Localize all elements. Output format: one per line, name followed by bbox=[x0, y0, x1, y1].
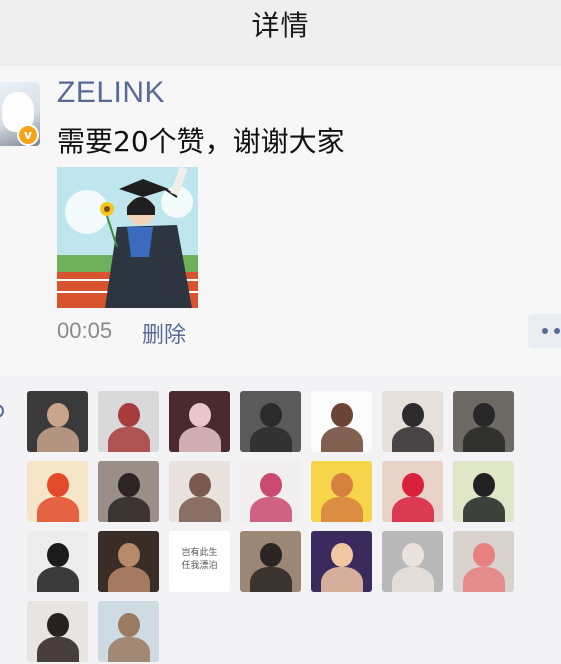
liker-avatar-figure bbox=[189, 473, 211, 497]
liker-avatar-body bbox=[37, 497, 79, 522]
post-time: 00:05 bbox=[57, 318, 113, 343]
liker-avatar-body bbox=[108, 427, 150, 452]
liker-avatar-body bbox=[37, 427, 79, 452]
liker-avatar-figure bbox=[473, 473, 495, 497]
liker-avatar-body bbox=[250, 427, 292, 452]
liker-avatar[interactable] bbox=[240, 461, 301, 522]
liker-avatar-body bbox=[179, 427, 221, 452]
liker-avatar[interactable] bbox=[169, 391, 230, 452]
liker-avatar-figure bbox=[402, 473, 424, 497]
liker-avatar[interactable] bbox=[382, 391, 443, 452]
liker-avatar-figure bbox=[260, 403, 282, 427]
liker-avatar-figure bbox=[189, 403, 211, 427]
liker-avatar-body bbox=[321, 567, 363, 592]
liker-avatar[interactable] bbox=[311, 391, 372, 452]
liker-avatar-figure bbox=[331, 403, 353, 427]
post-text: 需要20个赞，谢谢大家 bbox=[57, 125, 345, 158]
liker-avatar[interactable] bbox=[27, 391, 88, 452]
post-image[interactable] bbox=[57, 167, 198, 308]
liker-avatar-body bbox=[108, 637, 150, 662]
liker-avatar[interactable] bbox=[382, 461, 443, 522]
liker-avatar-figure bbox=[331, 543, 353, 567]
liker-avatar[interactable] bbox=[240, 391, 301, 452]
liker-avatar-body bbox=[250, 497, 292, 522]
liker-avatar[interactable] bbox=[453, 461, 514, 522]
liker-avatar-figure bbox=[260, 473, 282, 497]
liker-avatar[interactable] bbox=[240, 531, 301, 592]
liker-avatar-figure bbox=[402, 543, 424, 567]
liker-avatar-figure bbox=[118, 473, 140, 497]
more-options-button[interactable] bbox=[528, 314, 561, 348]
liker-avatar-body bbox=[250, 567, 292, 592]
liker-avatar-figure bbox=[331, 473, 353, 497]
liker-avatar-figure bbox=[47, 543, 69, 567]
liker-avatar[interactable] bbox=[27, 461, 88, 522]
liker-avatar-figure bbox=[47, 613, 69, 637]
title-bar: 详情 bbox=[0, 0, 561, 66]
liker-avatar[interactable] bbox=[453, 391, 514, 452]
liker-avatar-body bbox=[463, 427, 505, 452]
liker-avatar[interactable] bbox=[27, 601, 88, 662]
liker-avatar[interactable] bbox=[311, 531, 372, 592]
liker-avatar[interactable] bbox=[98, 531, 159, 592]
liker-avatar-figure bbox=[402, 403, 424, 427]
liker-avatar-body bbox=[108, 497, 150, 522]
graduation-illustration bbox=[57, 167, 198, 308]
liker-avatar[interactable] bbox=[98, 391, 159, 452]
liker-avatar-body bbox=[392, 497, 434, 522]
liker-avatar-figure bbox=[473, 543, 495, 567]
liker-avatar[interactable] bbox=[98, 461, 159, 522]
liker-avatar-body bbox=[37, 567, 79, 592]
liker-avatar-body bbox=[321, 427, 363, 452]
liker-avatar-figure bbox=[473, 403, 495, 427]
liker-avatar[interactable] bbox=[98, 601, 159, 662]
liker-avatar-figure bbox=[118, 403, 140, 427]
liker-avatar-body bbox=[108, 567, 150, 592]
liker-avatar[interactable] bbox=[453, 531, 514, 592]
liker-avatar[interactable] bbox=[382, 531, 443, 592]
liker-avatar-body bbox=[463, 567, 505, 592]
liker-avatar-figure bbox=[260, 543, 282, 567]
liker-avatar-figure bbox=[118, 613, 140, 637]
liker-avatar-body bbox=[321, 497, 363, 522]
liker-avatar-figure bbox=[47, 473, 69, 497]
dot-icon bbox=[542, 328, 548, 334]
liker-avatar-body bbox=[392, 567, 434, 592]
liker-avatar-text: 岂有此生 任我漂泊 bbox=[181, 548, 218, 571]
poster-name[interactable]: ZELINK bbox=[57, 76, 165, 110]
liker-avatar[interactable]: 岂有此生 任我漂泊 bbox=[169, 531, 230, 592]
delete-link[interactable]: 删除 bbox=[142, 317, 186, 349]
page-title: 详情 bbox=[251, 9, 310, 42]
liker-avatar-figure bbox=[118, 543, 140, 567]
dot-icon bbox=[554, 328, 560, 334]
liker-avatar-body bbox=[463, 497, 505, 522]
verified-badge-icon: v bbox=[17, 124, 39, 146]
liker-avatar-body bbox=[37, 637, 79, 662]
liker-avatar-figure bbox=[47, 403, 69, 427]
liker-avatar[interactable] bbox=[311, 461, 372, 522]
liker-avatar[interactable] bbox=[27, 531, 88, 592]
liker-avatar[interactable] bbox=[169, 461, 230, 522]
liker-avatar-body bbox=[392, 427, 434, 452]
liker-avatar-body bbox=[179, 497, 221, 522]
